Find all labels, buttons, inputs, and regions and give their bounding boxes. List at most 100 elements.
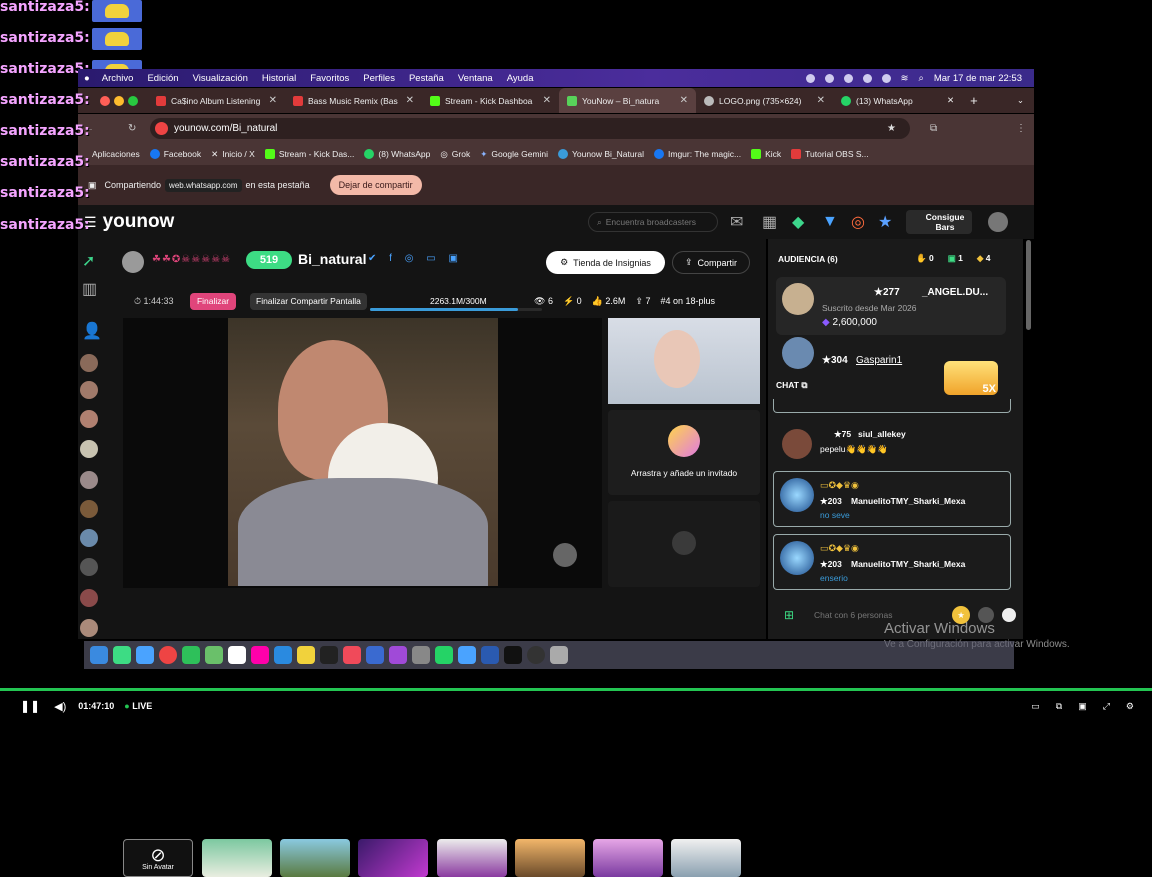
bookmark-imgur[interactable]: Imgur: The magic... [654,149,741,159]
live-avatar[interactable] [80,381,98,399]
status-icon[interactable] [843,73,853,83]
bookmark-kick2[interactable]: Kick [751,149,781,159]
menu-historial[interactable]: Historial [262,73,296,84]
maps-icon[interactable] [205,646,223,664]
notes-icon[interactable] [297,646,315,664]
message-author[interactable]: ManuelitoTMY_Sharki_Mexa [851,496,965,506]
site-info-icon[interactable] [155,122,168,135]
message-author[interactable]: ManuelitoTMY_Sharki_Mexa [851,559,965,569]
broadcaster-name[interactable]: Bi_natural [298,251,366,267]
star-icon[interactable]: ★ [878,212,892,232]
whatsapp-icon[interactable] [435,646,453,664]
no-avatar-button[interactable]: ⊘ Sin Avatar [123,839,193,877]
close-icon[interactable]: ✕ [947,95,954,106]
new-tab-icon[interactable]: + [970,93,978,108]
menu-edicion[interactable]: Edición [147,73,178,84]
scrollbar[interactable] [1026,240,1031,330]
live-avatar[interactable] [80,354,98,372]
guest-video[interactable] [608,318,760,404]
avatar-thumb[interactable] [437,839,507,877]
bookmark-whatsapp[interactable]: (8) WhatsApp [364,149,430,159]
menu-icon[interactable]: ⋮ [1016,123,1026,134]
volume-icon[interactable]: ◀) [54,700,66,713]
menu-ayuda[interactable]: Ayuda [507,73,534,84]
terminal-icon[interactable] [504,646,522,664]
close-icon[interactable]: ✕ [543,95,551,106]
bookmark-facebook[interactable]: Facebook [149,149,201,159]
trash-icon[interactable] [550,646,568,664]
pip-icon[interactable]: ⧉ [1056,701,1062,712]
stop-sharing-button[interactable]: Dejar de compartir [329,175,422,195]
menu-ventana[interactable]: Ventana [458,73,493,84]
tv-icon[interactable] [320,646,338,664]
tab-bass[interactable]: Bass Music Remix (Bas ✕ [285,88,422,113]
menu-visualizacion[interactable]: Visualización [193,73,248,84]
store-button[interactable]: ⚙ Tienda de Insignias [546,251,665,274]
add-user-icon[interactable]: 👤 [82,321,102,341]
bookmark-apps[interactable]: Aplicaciones [92,149,140,159]
close-icon[interactable]: ✕ [406,95,414,106]
main-video[interactable] [123,318,602,588]
gem-icon[interactable]: ◆ [792,212,804,232]
url-field[interactable]: younow.com/Bi_natural ★ [150,118,910,139]
message-author[interactable]: siul_allekey [858,429,906,439]
status-icon[interactable] [862,73,872,83]
tab-younow[interactable]: YouNow – Bi_natura ✕ [559,88,696,113]
bookmark-obs[interactable]: Tutorial OBS S... [791,149,869,159]
appstore-icon[interactable] [274,646,292,664]
pause-icon[interactable]: ❚❚ [20,699,40,713]
close-icon[interactable]: ✕ [680,95,688,106]
bookmark-x[interactable]: ✕ Inicio / X [211,149,255,160]
menu-archivo[interactable]: Archivo [102,73,134,84]
calendar-icon[interactable] [228,646,246,664]
close-icon[interactable]: ✕ [817,95,825,106]
reload-icon[interactable]: ↻ [128,123,136,134]
datetime[interactable]: Mar 17 de mar 22:53 [934,73,1022,84]
bookmark-gemini[interactable]: ✦ Google Gemini [480,149,548,160]
messages-icon[interactable] [113,646,131,664]
live-avatar[interactable] [80,410,98,428]
finish-share-button[interactable]: Finalizar Compartir Pantalla [250,293,367,310]
avatar-thumb[interactable] [515,839,585,877]
live-avatar[interactable] [80,500,98,518]
avatar-thumb[interactable] [593,839,663,877]
avatar-thumb[interactable] [358,839,428,877]
status-icon[interactable] [805,73,815,83]
chrome-icon[interactable] [159,646,177,664]
theater-icon[interactable]: ▭ [1031,701,1040,712]
live-avatar[interactable] [80,619,98,637]
keynote-icon[interactable] [366,646,384,664]
podcasts-icon[interactable] [389,646,407,664]
chat-icon[interactable]: ✉ [730,212,743,232]
gift-chest[interactable]: 5X [944,361,998,395]
target-icon[interactable]: ◎ [851,212,865,232]
status-icon[interactable] [881,73,891,83]
extensions-icon[interactable]: ⧉ [930,123,937,134]
status-icon[interactable] [824,73,834,83]
menu-perfiles[interactable]: Perfiles [363,73,395,84]
menu-pestana[interactable]: Pestaña [409,73,444,84]
live-avatar[interactable] [80,558,98,576]
music-icon[interactable] [343,646,361,664]
audience-member[interactable]: ★277 _ANGEL.DU... Suscrito desde Mar 202… [776,277,1006,335]
avatar-thumb[interactable] [671,839,741,877]
diamond-icon[interactable]: ▼ [822,213,838,231]
mail-icon[interactable] [458,646,476,664]
search-input[interactable]: ⌕ Encuentra broadcasters [588,212,718,232]
profile-avatar[interactable] [988,212,1008,232]
chevron-down-icon[interactable]: ⌄ [1017,95,1024,106]
live-avatar[interactable] [80,589,98,607]
photos-icon[interactable] [251,646,269,664]
empty-guest-slot[interactable] [608,501,760,587]
live-avatar[interactable] [80,440,98,458]
rocket-icon[interactable]: ➚ [82,251,95,271]
apple-icon[interactable]: ● [84,73,90,84]
facetime-icon[interactable] [182,646,200,664]
live-avatar[interactable] [80,471,98,489]
close-icon[interactable]: ✕ [269,95,277,106]
bookmark-younow[interactable]: Younow Bi_Natural [558,149,644,159]
window-icon[interactable]: ▣ [1078,701,1087,712]
tab-casino[interactable]: Ca$ino Album Listening ✕ [148,88,285,113]
finder-icon[interactable] [90,646,108,664]
bars-button[interactable]: Consigue Bars [906,210,972,234]
